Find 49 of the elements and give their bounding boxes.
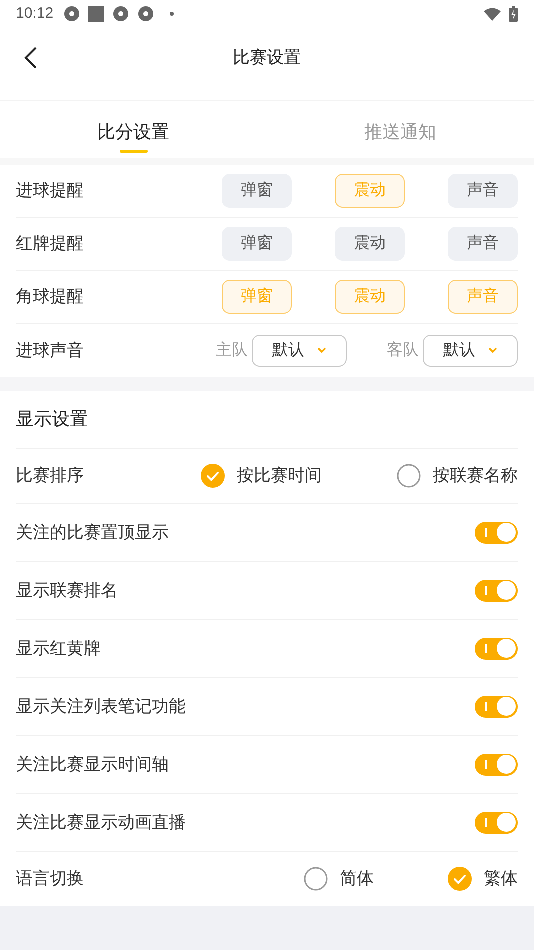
toggle-switch[interactable] bbox=[475, 638, 518, 660]
radio-label: 简体 bbox=[340, 868, 374, 890]
page-title: 比赛设置 bbox=[233, 47, 301, 70]
row-label: 红牌提醒 bbox=[16, 233, 85, 256]
radio-checked-icon[interactable] bbox=[448, 867, 472, 891]
toggle-switch[interactable] bbox=[475, 522, 518, 544]
option-chip[interactable]: 震动 bbox=[335, 227, 405, 261]
chevron-down-icon bbox=[316, 347, 326, 354]
ball-icon bbox=[64, 6, 80, 22]
dot-icon bbox=[170, 12, 174, 16]
row-label: 显示联赛排名 bbox=[16, 580, 118, 602]
toggle-switch[interactable] bbox=[475, 754, 518, 776]
radio-unchecked-icon[interactable] bbox=[397, 464, 421, 488]
radio-label: 按比赛时间 bbox=[237, 465, 322, 488]
status-time: 10:12 bbox=[16, 4, 54, 24]
section-title: 显示设置 bbox=[16, 408, 88, 431]
square-icon bbox=[88, 6, 104, 22]
select-dropdown[interactable]: 默认 bbox=[252, 334, 347, 366]
select-dropdown[interactable]: 默认 bbox=[423, 334, 518, 366]
row-label: 比赛排序 bbox=[16, 465, 85, 488]
option-chip[interactable]: 弹窗 bbox=[222, 227, 292, 261]
toggle-switch[interactable] bbox=[475, 812, 518, 834]
option-chip[interactable]: 声音 bbox=[448, 174, 518, 208]
radio-label: 繁体 bbox=[484, 868, 518, 890]
radio-checked-icon[interactable] bbox=[201, 464, 225, 488]
select-label: 主队 bbox=[216, 340, 248, 360]
row-label: 关注的比赛置顶显示 bbox=[16, 522, 169, 544]
option-chip[interactable]: 弹窗 bbox=[222, 174, 292, 208]
row-label: 语言切换 bbox=[16, 868, 85, 890]
row-label: 角球提醒 bbox=[16, 286, 85, 308]
row-label: 显示关注列表笔记功能 bbox=[16, 696, 186, 718]
row-label: 关注比赛显示动画直播 bbox=[16, 812, 186, 834]
row-label: 进球声音 bbox=[16, 340, 84, 362]
ball-icon bbox=[113, 6, 128, 22]
battery-icon bbox=[509, 6, 518, 22]
toggle-switch[interactable] bbox=[475, 580, 518, 602]
ball-icon bbox=[138, 6, 154, 22]
wifi-icon bbox=[484, 8, 501, 20]
radio-label: 按联赛名称 bbox=[433, 465, 518, 488]
select-label: 客队 bbox=[387, 340, 419, 360]
row-label: 进球提醒 bbox=[16, 180, 85, 202]
row-label: 关注比赛显示时间轴 bbox=[16, 754, 169, 776]
radio-unchecked-icon[interactable] bbox=[304, 867, 328, 891]
back-icon[interactable] bbox=[24, 46, 38, 70]
row-label: 显示红黄牌 bbox=[16, 638, 101, 660]
toggle-switch[interactable] bbox=[475, 696, 518, 718]
tab[interactable]: 比分设置 bbox=[98, 101, 170, 158]
chevron-down-icon bbox=[488, 347, 498, 354]
option-chip[interactable]: 声音 bbox=[448, 227, 518, 261]
